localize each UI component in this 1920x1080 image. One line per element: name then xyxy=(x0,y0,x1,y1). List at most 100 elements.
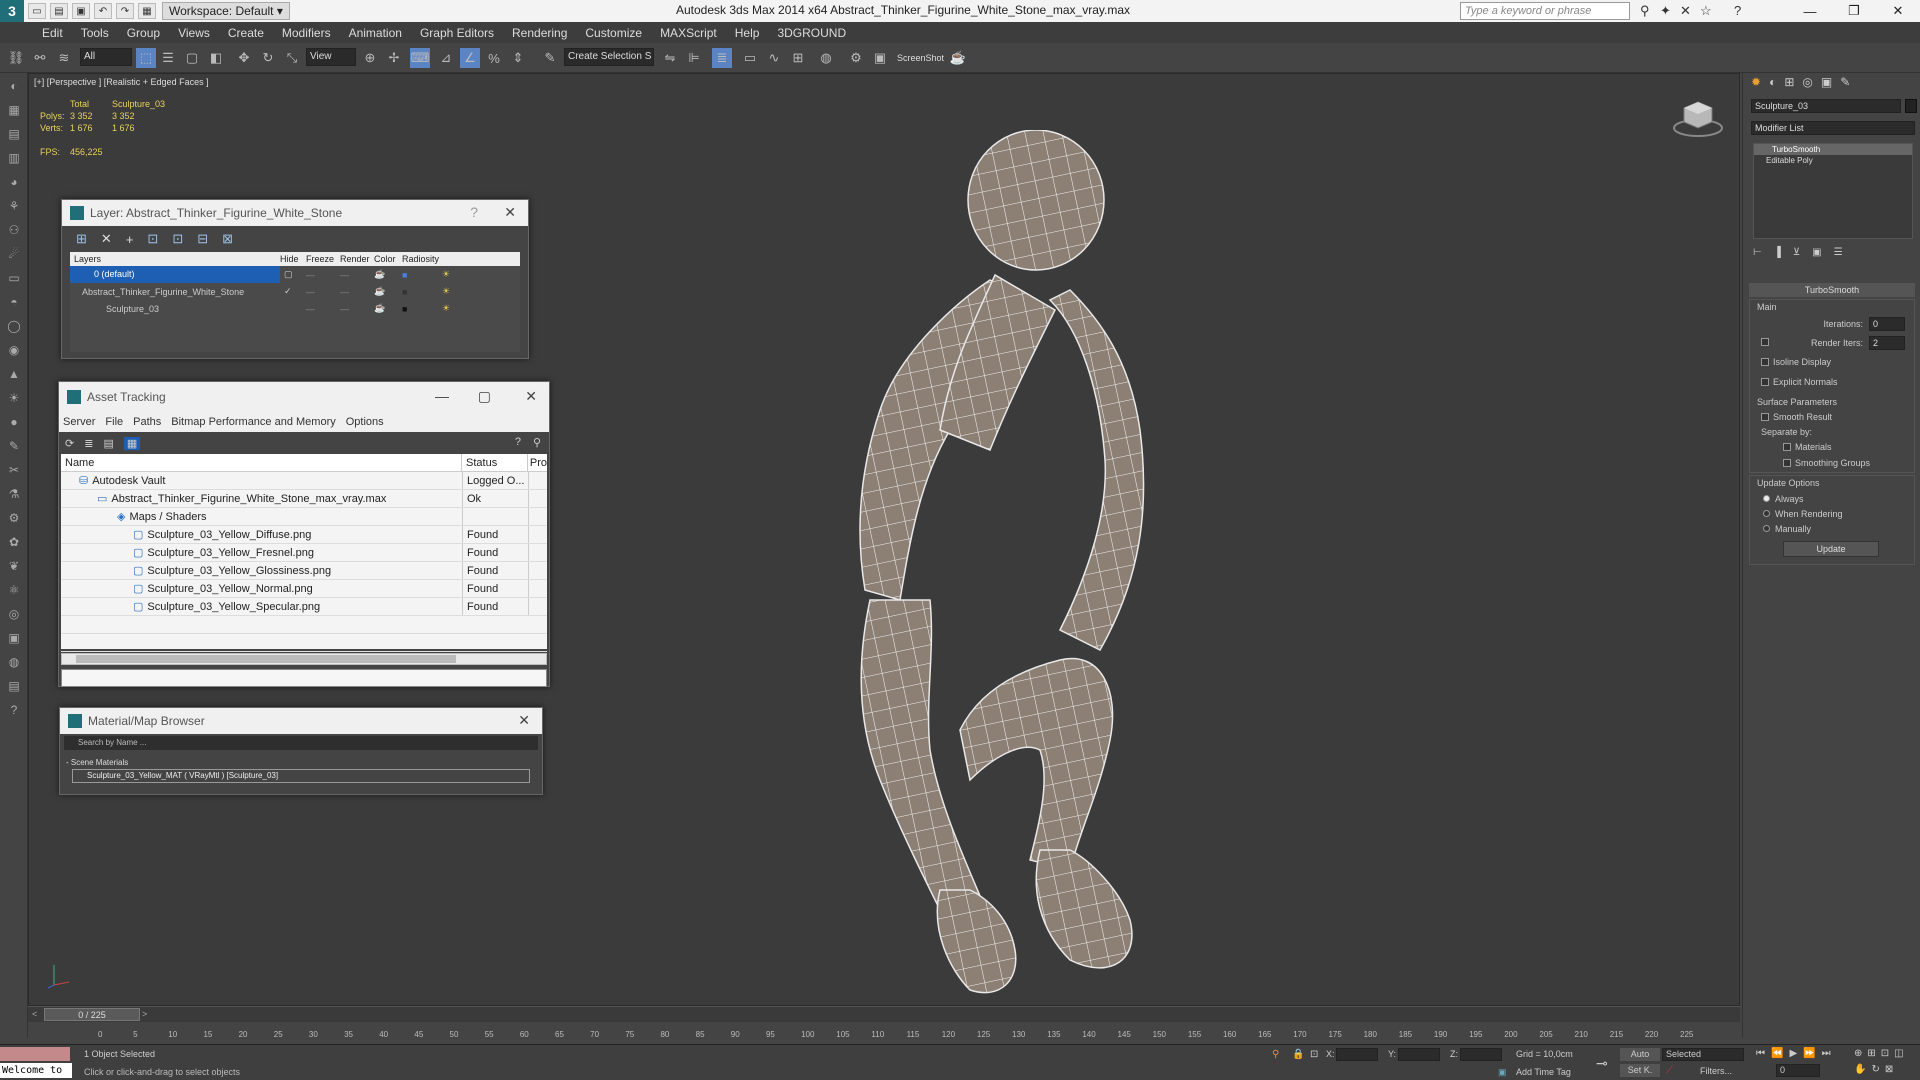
explicit-normals-checkbox[interactable] xyxy=(1761,378,1769,386)
show-end-result-icon[interactable]: ▐ xyxy=(1774,247,1781,258)
material-search-input[interactable]: Search by Name ... xyxy=(64,736,538,750)
viewcube-icon[interactable] xyxy=(1672,98,1724,138)
material-editor-icon[interactable]: ◍ xyxy=(816,48,836,68)
close-icon[interactable]: ✕ xyxy=(504,204,516,221)
col-pro[interactable]: Pro xyxy=(528,454,547,471)
add-time-tag[interactable]: Add Time Tag xyxy=(1516,1067,1571,1077)
key-icon[interactable]: ⊸ xyxy=(1596,1055,1608,1072)
tool-icon-3[interactable]: ▤ xyxy=(4,127,24,145)
menu-options[interactable]: Options xyxy=(346,416,384,428)
update-button[interactable]: Update xyxy=(1783,541,1879,557)
help-icon[interactable]: ? xyxy=(515,436,521,448)
color-swatch[interactable]: ■ xyxy=(402,270,442,280)
open-file-icon[interactable]: ▤ xyxy=(50,3,68,19)
help-icon[interactable]: ? xyxy=(470,204,478,220)
set-key-icon[interactable]: ⟋ xyxy=(1666,1065,1673,1076)
render-setup-icon[interactable]: ⚙ xyxy=(846,48,866,68)
curve-editor-icon[interactable]: ∿ xyxy=(764,48,784,68)
zoom-extents-icon[interactable]: ⊡ xyxy=(1881,1048,1889,1059)
radiosity-icon[interactable]: ☀ xyxy=(442,286,450,297)
col-render[interactable]: Render xyxy=(340,252,374,266)
render-teapot-icon[interactable]: ☕ xyxy=(374,269,402,280)
help-icon[interactable]: ? xyxy=(1734,3,1741,18)
color-swatch[interactable]: ■ xyxy=(402,304,442,314)
col-name[interactable]: Name xyxy=(61,454,463,471)
project-folder-icon[interactable]: ▦ xyxy=(138,3,156,19)
add-to-layer-icon[interactable]: + xyxy=(126,232,134,247)
absolute-mode-icon[interactable]: ⊡ xyxy=(1310,1049,1318,1060)
lock-icon[interactable]: 🔒 xyxy=(1292,1049,1304,1060)
tool-icon-13[interactable]: ▲ xyxy=(4,367,24,385)
table-row[interactable]: Abstract_Thinker_Figurine_White_Stone ✓ … xyxy=(70,283,520,300)
menu-3dground[interactable]: 3DGROUND xyxy=(777,26,846,40)
hide-toggle[interactable]: — xyxy=(306,287,340,297)
link-icon[interactable]: ⛓ xyxy=(6,48,26,68)
angle-snap-icon[interactable]: ∠ xyxy=(460,48,480,68)
ref-coord-dropdown[interactable]: View xyxy=(306,48,356,66)
menu-create[interactable]: Create xyxy=(228,26,264,40)
maximize-icon[interactable]: ▢ xyxy=(478,388,491,405)
unlink-icon[interactable]: ⚯ xyxy=(30,48,50,68)
freeze-toggle[interactable]: — xyxy=(340,287,374,297)
y-coord-field[interactable] xyxy=(1398,1048,1440,1061)
key-filters-button[interactable]: Filters... xyxy=(1700,1066,1732,1076)
minimize-icon[interactable]: — xyxy=(435,388,449,404)
teapot-render-icon[interactable]: ☕ xyxy=(948,48,968,68)
table-row[interactable]: ◈ Maps / Shaders xyxy=(61,508,547,526)
orbit-icon[interactable]: ↻ xyxy=(1871,1064,1879,1075)
modifier-list-dropdown[interactable]: Modifier List xyxy=(1751,121,1915,135)
horizontal-scrollbar[interactable] xyxy=(61,653,547,665)
tool-icon-12[interactable]: ◉ xyxy=(4,343,24,361)
render-teapot-icon[interactable]: ☕ xyxy=(374,303,402,314)
scale-icon[interactable]: ⤡ xyxy=(282,48,302,68)
track-bar[interactable]: 0 5 10 15 20 25 30 35 40 45 50 55 60 65 70 75 80 85 90 95 10… xyxy=(28,1022,1740,1044)
isoline-checkbox[interactable] xyxy=(1761,358,1769,366)
tab-utilities-icon[interactable]: ✎ xyxy=(1840,75,1850,89)
tool-icon-16[interactable]: ✎ xyxy=(4,439,24,457)
hide-toggle[interactable]: — xyxy=(306,270,340,280)
window-crossing-icon[interactable]: ◧ xyxy=(206,48,226,68)
table-row[interactable]: ▢ Sculpture_03_Yellow_Fresnel.png Found xyxy=(61,544,547,562)
time-slider-thumb[interactable]: 0 / 225 xyxy=(44,1008,140,1021)
goto-end-icon[interactable]: ⏭ xyxy=(1822,1048,1831,1059)
tool-icon-4[interactable]: ▥ xyxy=(4,151,24,169)
smoothing-groups-checkbox[interactable] xyxy=(1783,459,1791,467)
tree-view-icon[interactable]: ▤ xyxy=(103,437,113,450)
tab-motion-icon[interactable]: ◎ xyxy=(1802,75,1812,89)
asset-path-field[interactable] xyxy=(61,669,547,687)
rect-selection-icon[interactable]: ▢ xyxy=(182,48,202,68)
remove-modifier-icon[interactable]: ▣ xyxy=(1812,247,1821,258)
tool-icon-21[interactable]: ❦ xyxy=(4,559,24,577)
tool-icon-24[interactable]: ▣ xyxy=(4,631,24,649)
zoom-icon[interactable]: ⊕ xyxy=(1854,1048,1862,1059)
col-radiosity[interactable]: Radiosity xyxy=(402,252,442,266)
scrollbar-thumb[interactable] xyxy=(76,655,456,663)
binoculars-icon[interactable]: ⚲ xyxy=(1640,3,1650,19)
named-selection-dropdown[interactable]: Create Selection S xyxy=(564,48,654,66)
menu-file[interactable]: File xyxy=(105,416,123,428)
menu-edit[interactable]: Edit xyxy=(42,26,63,40)
menu-maxscript[interactable]: MAXScript xyxy=(660,26,717,40)
always-radio[interactable] xyxy=(1763,495,1770,502)
next-frame-icon[interactable]: ⏩ xyxy=(1803,1048,1815,1059)
current-check-icon[interactable]: ✓ xyxy=(280,286,306,297)
maximize-viewport-icon[interactable]: ⊠ xyxy=(1885,1064,1893,1075)
new-file-icon[interactable]: ▭ xyxy=(28,3,46,19)
layer-manager-icon[interactable]: ≣ xyxy=(712,48,732,68)
align-icon[interactable]: ⊫ xyxy=(684,48,704,68)
tool-icon-1[interactable]: ◐ xyxy=(4,79,24,97)
freeze-toggle[interactable]: — xyxy=(340,270,374,280)
save-file-icon[interactable]: ▣ xyxy=(72,3,90,19)
snap-toggle-icon[interactable]: ⊿ xyxy=(436,48,456,68)
menu-graph-editors[interactable]: Graph Editors xyxy=(420,26,494,40)
tool-icon-15[interactable]: ● xyxy=(4,415,24,433)
tool-icon-9[interactable]: ▭ xyxy=(4,271,24,289)
z-coord-field[interactable] xyxy=(1460,1048,1502,1061)
auto-key-button[interactable]: Auto xyxy=(1620,1048,1660,1061)
selection-filter-dropdown[interactable]: All xyxy=(80,48,132,66)
tool-icon-23[interactable]: ◎ xyxy=(4,607,24,625)
tool-icon-26[interactable]: ▤ xyxy=(4,679,24,697)
smooth-result-checkbox[interactable] xyxy=(1761,413,1769,421)
table-row[interactable]: ▢ Sculpture_03_Yellow_Normal.png Found xyxy=(61,580,547,598)
object-name-field[interactable]: Sculpture_03 xyxy=(1751,99,1901,113)
